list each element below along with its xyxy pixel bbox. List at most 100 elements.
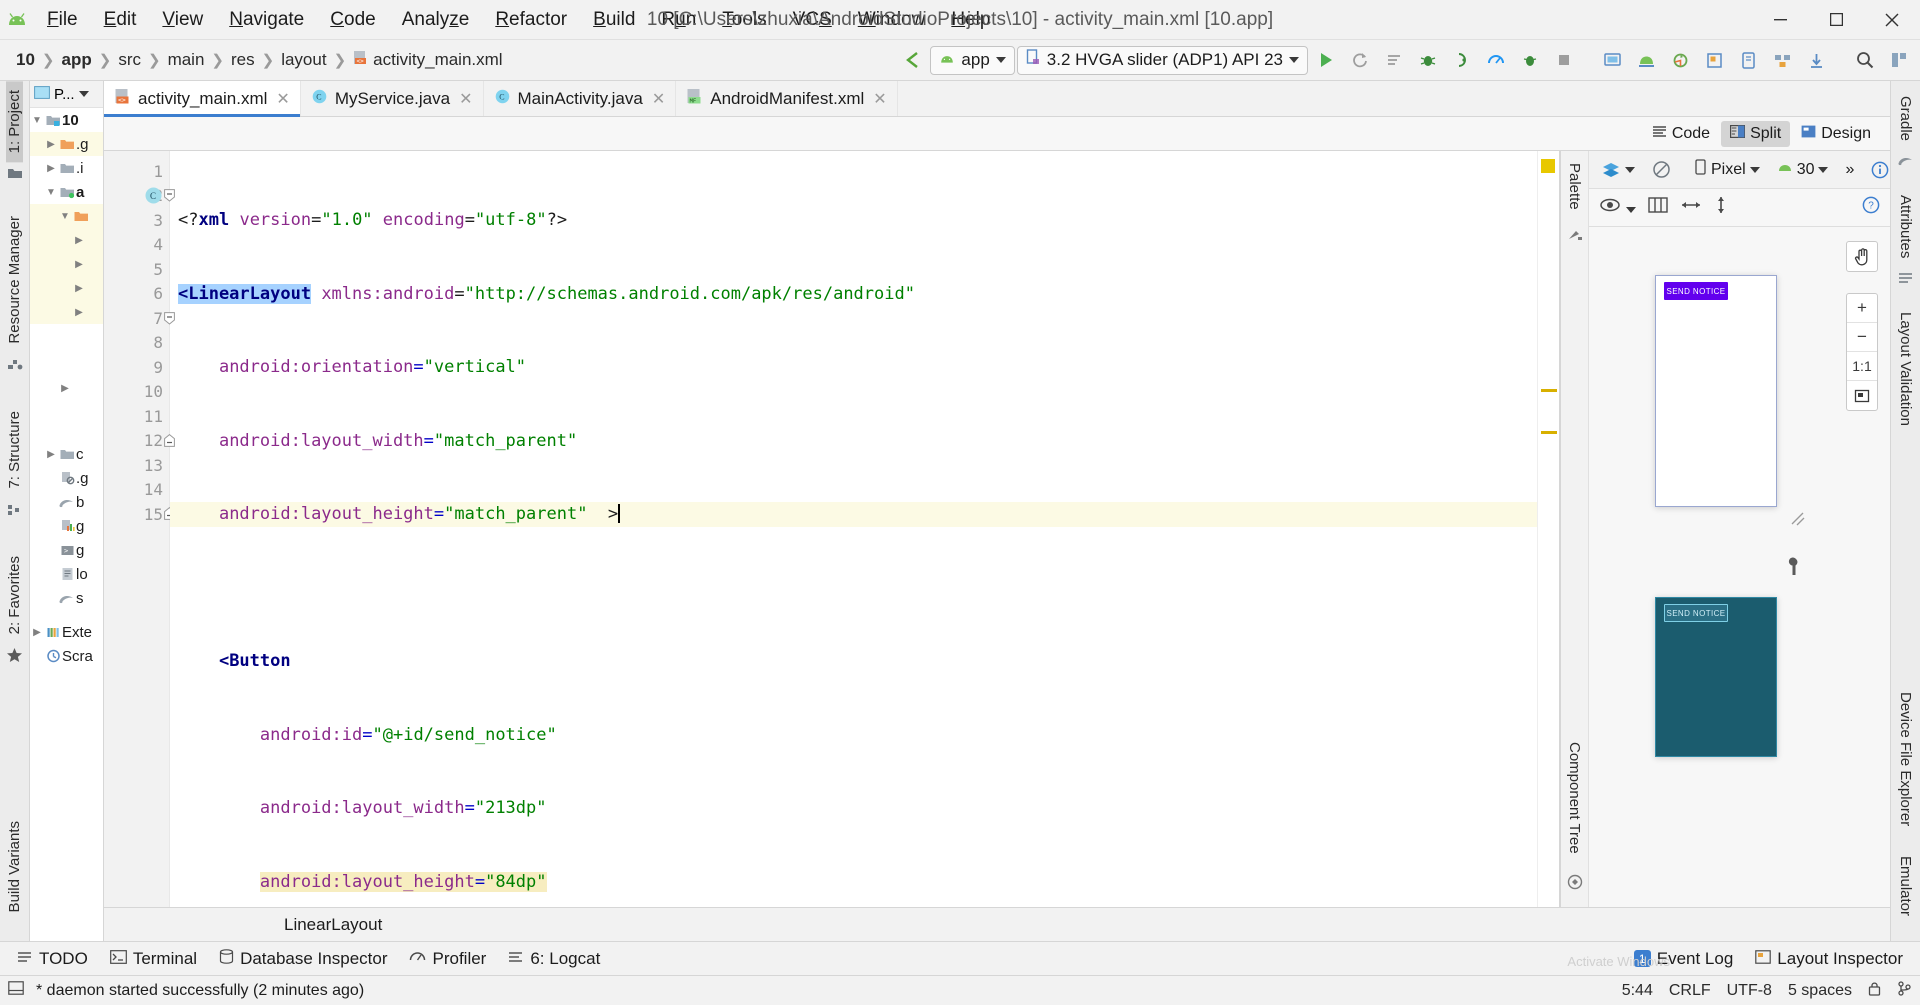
- apply-code-changes-icon[interactable]: [1378, 45, 1409, 76]
- bottom-item-todo[interactable]: TODO: [8, 946, 97, 972]
- close-icon[interactable]: ✕: [459, 89, 472, 109]
- sidebar-item-project[interactable]: 1: Project: [6, 81, 23, 163]
- breadcrumb-file[interactable]: <> activity_main.xml: [349, 48, 506, 72]
- plugins-icon[interactable]: [1883, 45, 1914, 76]
- apply-changes-restart-icon[interactable]: [1344, 45, 1375, 76]
- tree-item-idea[interactable]: ▶ .i: [30, 156, 103, 180]
- tree-item-gradlew[interactable]: > g: [30, 538, 103, 562]
- chevron-right-icon[interactable]: ▶: [72, 259, 86, 270]
- bottom-item-database-inspector[interactable]: Database Inspector: [210, 946, 396, 972]
- component-tree-label[interactable]: Component Tree: [1566, 742, 1583, 854]
- chevron-right-icon[interactable]: ▶: [44, 139, 58, 150]
- chevron-down-icon[interactable]: [1625, 166, 1635, 173]
- attach-debugger-icon[interactable]: [1446, 45, 1477, 76]
- sidebar-item-resource-manager[interactable]: Resource Manager: [6, 207, 23, 353]
- zoom-controls[interactable]: + − 1:1: [1846, 293, 1878, 411]
- height-icon[interactable]: [1714, 195, 1728, 220]
- sidebar-item-emulator[interactable]: Emulator: [1897, 847, 1914, 925]
- chevron-right-icon[interactable]: ▶: [72, 283, 86, 294]
- bottom-item-logcat[interactable]: 6: Logcat: [499, 946, 609, 972]
- menu-code[interactable]: Code: [317, 5, 388, 35]
- device-selector[interactable]: 3.2 HVGA slider (ADP1) API 23: [1016, 45, 1308, 75]
- tree-item-scratches[interactable]: Scra: [30, 644, 103, 668]
- debug-icon[interactable]: [1412, 45, 1443, 76]
- tree-item-gradle[interactable]: ▶ .g: [30, 132, 103, 156]
- design-canvas[interactable]: SEND NOTICE SEND NOTICE + − 1:1: [1589, 227, 1890, 907]
- close-icon[interactable]: ✕: [873, 89, 886, 109]
- menu-analyze[interactable]: Analyze: [389, 5, 483, 35]
- tree-item-10[interactable]: ▼ 10: [30, 108, 103, 132]
- sidebar-item-structure[interactable]: 7: Structure: [6, 402, 23, 498]
- tree-item-gradle-properties[interactable]: g: [30, 514, 103, 538]
- tab-myservice-java[interactable]: C MyService.java ✕: [300, 81, 484, 116]
- git-branch-icon[interactable]: [1897, 980, 1912, 1001]
- bottom-item-profiler[interactable]: Profiler: [400, 946, 495, 972]
- stop-icon[interactable]: [1548, 45, 1579, 76]
- profiler-icon[interactable]: [1480, 45, 1511, 76]
- chevron-down-icon[interactable]: ▼: [44, 187, 58, 198]
- warning-stripe-line[interactable]: [1541, 389, 1557, 392]
- gradle-sync-icon[interactable]: [1665, 45, 1696, 76]
- zoom-in-icon[interactable]: +: [1847, 294, 1877, 323]
- line-separator[interactable]: CRLF: [1669, 982, 1711, 1000]
- breadcrumb-main[interactable]: main: [164, 48, 209, 72]
- zoom-out-icon[interactable]: −: [1847, 323, 1877, 352]
- breadcrumb-app[interactable]: app: [58, 48, 96, 72]
- chevron-right-icon[interactable]: ▶: [30, 627, 44, 638]
- tree-item-gitignore[interactable]: .g: [30, 466, 103, 490]
- menu-navigate[interactable]: Navigate: [216, 5, 317, 35]
- status-bar-toggle-icon[interactable]: [8, 981, 24, 1000]
- device-file-explorer-icon[interactable]: [1733, 45, 1764, 76]
- lock-icon[interactable]: [1868, 981, 1881, 1001]
- breadcrumb-res[interactable]: res: [227, 48, 259, 72]
- view-options-icon[interactable]: [1599, 197, 1637, 218]
- tree-item-app[interactable]: ▼ a: [30, 180, 103, 204]
- warning-stripe-line[interactable]: [1541, 431, 1557, 434]
- chevron-right-icon[interactable]: ▶: [44, 449, 58, 460]
- make-project-icon[interactable]: [897, 45, 928, 76]
- menu-build[interactable]: Build: [580, 5, 648, 35]
- caret-position[interactable]: 5:44: [1622, 982, 1653, 1000]
- pan-control[interactable]: [1846, 241, 1878, 272]
- tree-item-gradle-scripts[interactable]: ▶ c: [30, 442, 103, 466]
- xml-code-editor[interactable]: 1 2 3 4 5 6 7 8 9 10 11 12 13 14: [104, 151, 1560, 907]
- breadcrumb-project[interactable]: 10: [12, 48, 39, 72]
- resize-handle[interactable]: [1789, 510, 1807, 533]
- design-tools-icon[interactable]: [1785, 557, 1803, 582]
- breadcrumb-layout[interactable]: layout: [277, 48, 330, 72]
- sidebar-item-build-variants[interactable]: Build Variants: [6, 812, 23, 921]
- width-icon[interactable]: [1680, 198, 1702, 217]
- code-text-area[interactable]: <?xml version="1.0" encoding="utf-8"?> <…: [170, 151, 1537, 907]
- sidebar-item-gradle[interactable]: Gradle: [1897, 87, 1914, 150]
- maximize-button[interactable]: [1808, 0, 1864, 40]
- tree-item-build[interactable]: ▼: [30, 204, 103, 228]
- view-mode-code[interactable]: Code: [1643, 121, 1719, 147]
- search-everywhere-icon[interactable]: [1849, 45, 1880, 76]
- menu-file[interactable]: File: [34, 5, 91, 35]
- close-icon[interactable]: ✕: [652, 89, 665, 109]
- sdk-manager-icon[interactable]: [1631, 45, 1662, 76]
- debug-alt-icon[interactable]: [1514, 45, 1545, 76]
- zoom-fit-icon[interactable]: [1847, 381, 1877, 410]
- help-icon[interactable]: ?: [1862, 196, 1880, 219]
- preview-device-render[interactable]: SEND NOTICE: [1655, 275, 1777, 507]
- view-mode-design[interactable]: Design: [1792, 121, 1880, 147]
- api-level-selector[interactable]: 30: [1771, 158, 1835, 182]
- file-encoding[interactable]: UTF-8: [1727, 982, 1772, 1000]
- pan-icon[interactable]: [1847, 242, 1877, 271]
- chevron-right-icon[interactable]: ▶: [58, 383, 72, 394]
- tree-item-local-properties[interactable]: lo: [30, 562, 103, 586]
- bottom-item-layout-inspector[interactable]: Layout Inspector: [1746, 946, 1912, 972]
- tree-item-sub-5[interactable]: ▶: [30, 376, 103, 400]
- overflow-menu-button[interactable]: »: [1839, 158, 1860, 182]
- tab-mainactivity-java[interactable]: C MainActivity.java ✕: [483, 81, 677, 116]
- tree-item-sub-2[interactable]: ▶: [30, 252, 103, 276]
- device-preview-selector[interactable]: Pixel: [1688, 156, 1766, 183]
- menu-refactor[interactable]: Refactor: [482, 5, 580, 35]
- preview-device-blueprint[interactable]: SEND NOTICE: [1655, 597, 1777, 757]
- error-stripe-gutter[interactable]: [1537, 151, 1559, 907]
- zoom-actual-icon[interactable]: 1:1: [1847, 352, 1877, 381]
- run-configuration-selector[interactable]: app: [930, 45, 1015, 75]
- layout-inspector-icon[interactable]: [1699, 45, 1730, 76]
- design-surface-icon[interactable]: [1595, 158, 1641, 182]
